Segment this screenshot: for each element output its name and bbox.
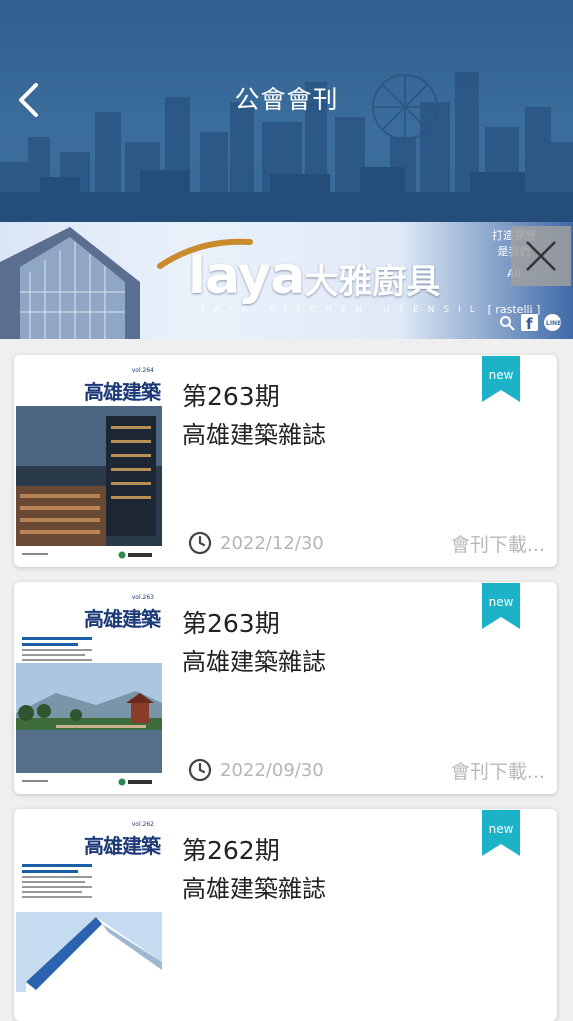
- cover-volume: vol.264: [131, 367, 154, 374]
- date-text: 2022/12/30: [220, 532, 324, 554]
- search-icon[interactable]: [498, 314, 515, 331]
- magazine-card[interactable]: vol.262 高雄建築 第262期 高雄建築雜誌 new: [14, 809, 557, 1021]
- line-icon[interactable]: LINE: [544, 314, 561, 331]
- banner-close-button[interactable]: [511, 226, 571, 286]
- magazine-cover-image: vol.264 高雄建築: [16, 358, 162, 564]
- app-header: 公會會刊: [0, 0, 573, 222]
- brand-name-en: laya: [188, 246, 305, 306]
- cover-title: 高雄建築: [84, 834, 161, 858]
- cover-title: 高雄建築: [84, 607, 161, 631]
- svg-text:LINE: LINE: [546, 320, 561, 327]
- new-badge-text: new: [489, 822, 514, 836]
- banner-social-icons: f LINE: [498, 314, 561, 331]
- facebook-icon[interactable]: f: [521, 314, 538, 331]
- download-link[interactable]: 會刊下載...: [451, 757, 545, 784]
- magazine-name: 高雄建築雜誌: [182, 648, 326, 676]
- cover-text-lines: [22, 864, 92, 901]
- download-link[interactable]: 會刊下載...: [451, 530, 545, 557]
- cover-title: 高雄建築: [84, 380, 161, 404]
- cover-volume: vol.262: [131, 821, 154, 828]
- new-badge-icon: new: [482, 356, 520, 402]
- clock-icon: [188, 758, 212, 782]
- new-badge-icon: new: [482, 810, 520, 856]
- issue-number: 第263期: [182, 382, 280, 411]
- cover-photo-roof: [16, 912, 162, 992]
- issue-number: 第263期: [182, 609, 280, 638]
- magazine-card[interactable]: vol.264 高雄建築 第263期 高雄建築雜誌 2022/12/30 會刊下…: [14, 355, 557, 567]
- cover-photo-lake: [16, 663, 162, 773]
- ad-banner[interactable]: laya大雅廚具 TAYA KITCHEN UTENSIL 打造夢想 是我們 A…: [0, 222, 573, 339]
- cover-footer: [16, 546, 162, 564]
- magazine-cover-image: vol.263 高雄建築: [16, 585, 162, 791]
- cover-photo-building: [16, 406, 162, 546]
- brand-subtitle: TAYA KITCHEN UTENSIL: [200, 305, 484, 315]
- publish-date: 2022/09/30: [188, 758, 324, 782]
- clock-icon: [188, 531, 212, 555]
- magazine-name: 高雄建築雜誌: [182, 875, 326, 903]
- page-title: 公會會刊: [234, 85, 339, 114]
- brand-name-cn: 大雅廚具: [304, 262, 441, 302]
- new-badge-icon: new: [482, 583, 520, 629]
- close-icon: [526, 241, 556, 271]
- magazine-card[interactable]: vol.263 高雄建築 第263期 高雄建築雜誌 2022/09/30 會刊下…: [14, 582, 557, 794]
- publish-date: 2022/12/30: [188, 531, 324, 555]
- new-badge-text: new: [489, 368, 514, 382]
- cover-footer: [16, 773, 162, 791]
- magazine-name: 高雄建築雜誌: [182, 421, 326, 449]
- building-photo: [0, 227, 140, 339]
- magazine-cover-image: vol.262 高雄建築: [16, 812, 162, 1018]
- new-badge-text: new: [489, 595, 514, 609]
- svg-text:f: f: [526, 315, 533, 331]
- cover-volume: vol.263: [131, 594, 154, 601]
- date-text: 2022/09/30: [220, 759, 324, 781]
- city-skyline-illustration: [0, 72, 573, 222]
- issue-number: 第262期: [182, 836, 280, 865]
- brand-logo: laya大雅廚具: [188, 246, 440, 306]
